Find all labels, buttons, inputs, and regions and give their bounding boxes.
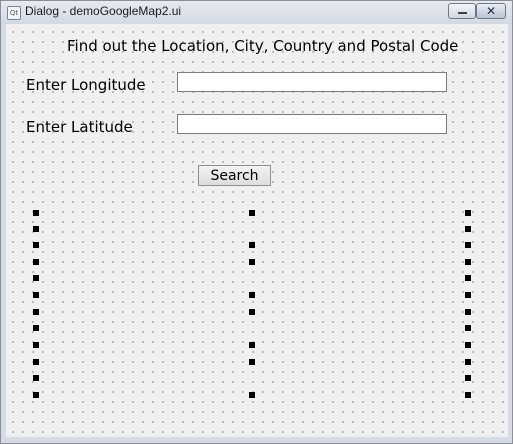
selection-handle[interactable]	[249, 309, 255, 315]
selection-handle[interactable]	[465, 226, 471, 232]
close-button[interactable]: ✕	[476, 3, 506, 19]
selection-handle[interactable]	[249, 342, 255, 348]
selection-handle[interactable]	[465, 210, 471, 216]
selection-handle[interactable]	[33, 359, 39, 365]
form-canvas[interactable]: Find out the Location, City, Country and…	[6, 24, 508, 437]
minimize-icon	[458, 12, 467, 14]
selection-handle[interactable]	[465, 342, 471, 348]
search-button[interactable]: Search	[198, 165, 271, 186]
selection-handle[interactable]	[465, 392, 471, 398]
selection-handle[interactable]	[249, 210, 255, 216]
window-title: Dialog - demoGoogleMap2.ui	[25, 4, 182, 18]
selection-handle[interactable]	[33, 325, 39, 331]
selection-handle[interactable]	[33, 226, 39, 232]
latitude-label: Enter Latitude	[26, 118, 133, 136]
selection-handle[interactable]	[249, 259, 255, 265]
selection-handle[interactable]	[465, 375, 471, 381]
selection-handle[interactable]	[249, 392, 255, 398]
designer-dialog-window: Qt Dialog - demoGoogleMap2.ui ✕ Find out…	[0, 0, 513, 444]
selection-handle[interactable]	[465, 259, 471, 265]
longitude-label: Enter Longitude	[26, 76, 146, 94]
selection-handle[interactable]	[33, 342, 39, 348]
selection-handle[interactable]	[465, 275, 471, 281]
selection-handle[interactable]	[33, 309, 39, 315]
selection-handle[interactable]	[33, 242, 39, 248]
longitude-input[interactable]	[177, 72, 447, 92]
selection-handle[interactable]	[465, 309, 471, 315]
selection-handle[interactable]	[33, 292, 39, 298]
selection-handle[interactable]	[33, 210, 39, 216]
minimize-button[interactable]	[448, 3, 476, 19]
selection-handle[interactable]	[249, 359, 255, 365]
selection-handle[interactable]	[249, 242, 255, 248]
selection-handle[interactable]	[33, 392, 39, 398]
close-icon: ✕	[486, 4, 497, 18]
title-bar[interactable]: Qt Dialog - demoGoogleMap2.ui ✕	[1, 1, 512, 24]
selection-handle[interactable]	[465, 292, 471, 298]
selection-handle[interactable]	[465, 359, 471, 365]
selection-handle[interactable]	[33, 375, 39, 381]
selection-handle[interactable]	[33, 275, 39, 281]
qt-icon: Qt	[7, 6, 21, 20]
selection-handle[interactable]	[33, 259, 39, 265]
selection-handle[interactable]	[465, 325, 471, 331]
selection-handle[interactable]	[465, 242, 471, 248]
latitude-input[interactable]	[177, 114, 447, 134]
selection-handle[interactable]	[249, 292, 255, 298]
heading-label: Find out the Location, City, Country and…	[67, 37, 459, 55]
